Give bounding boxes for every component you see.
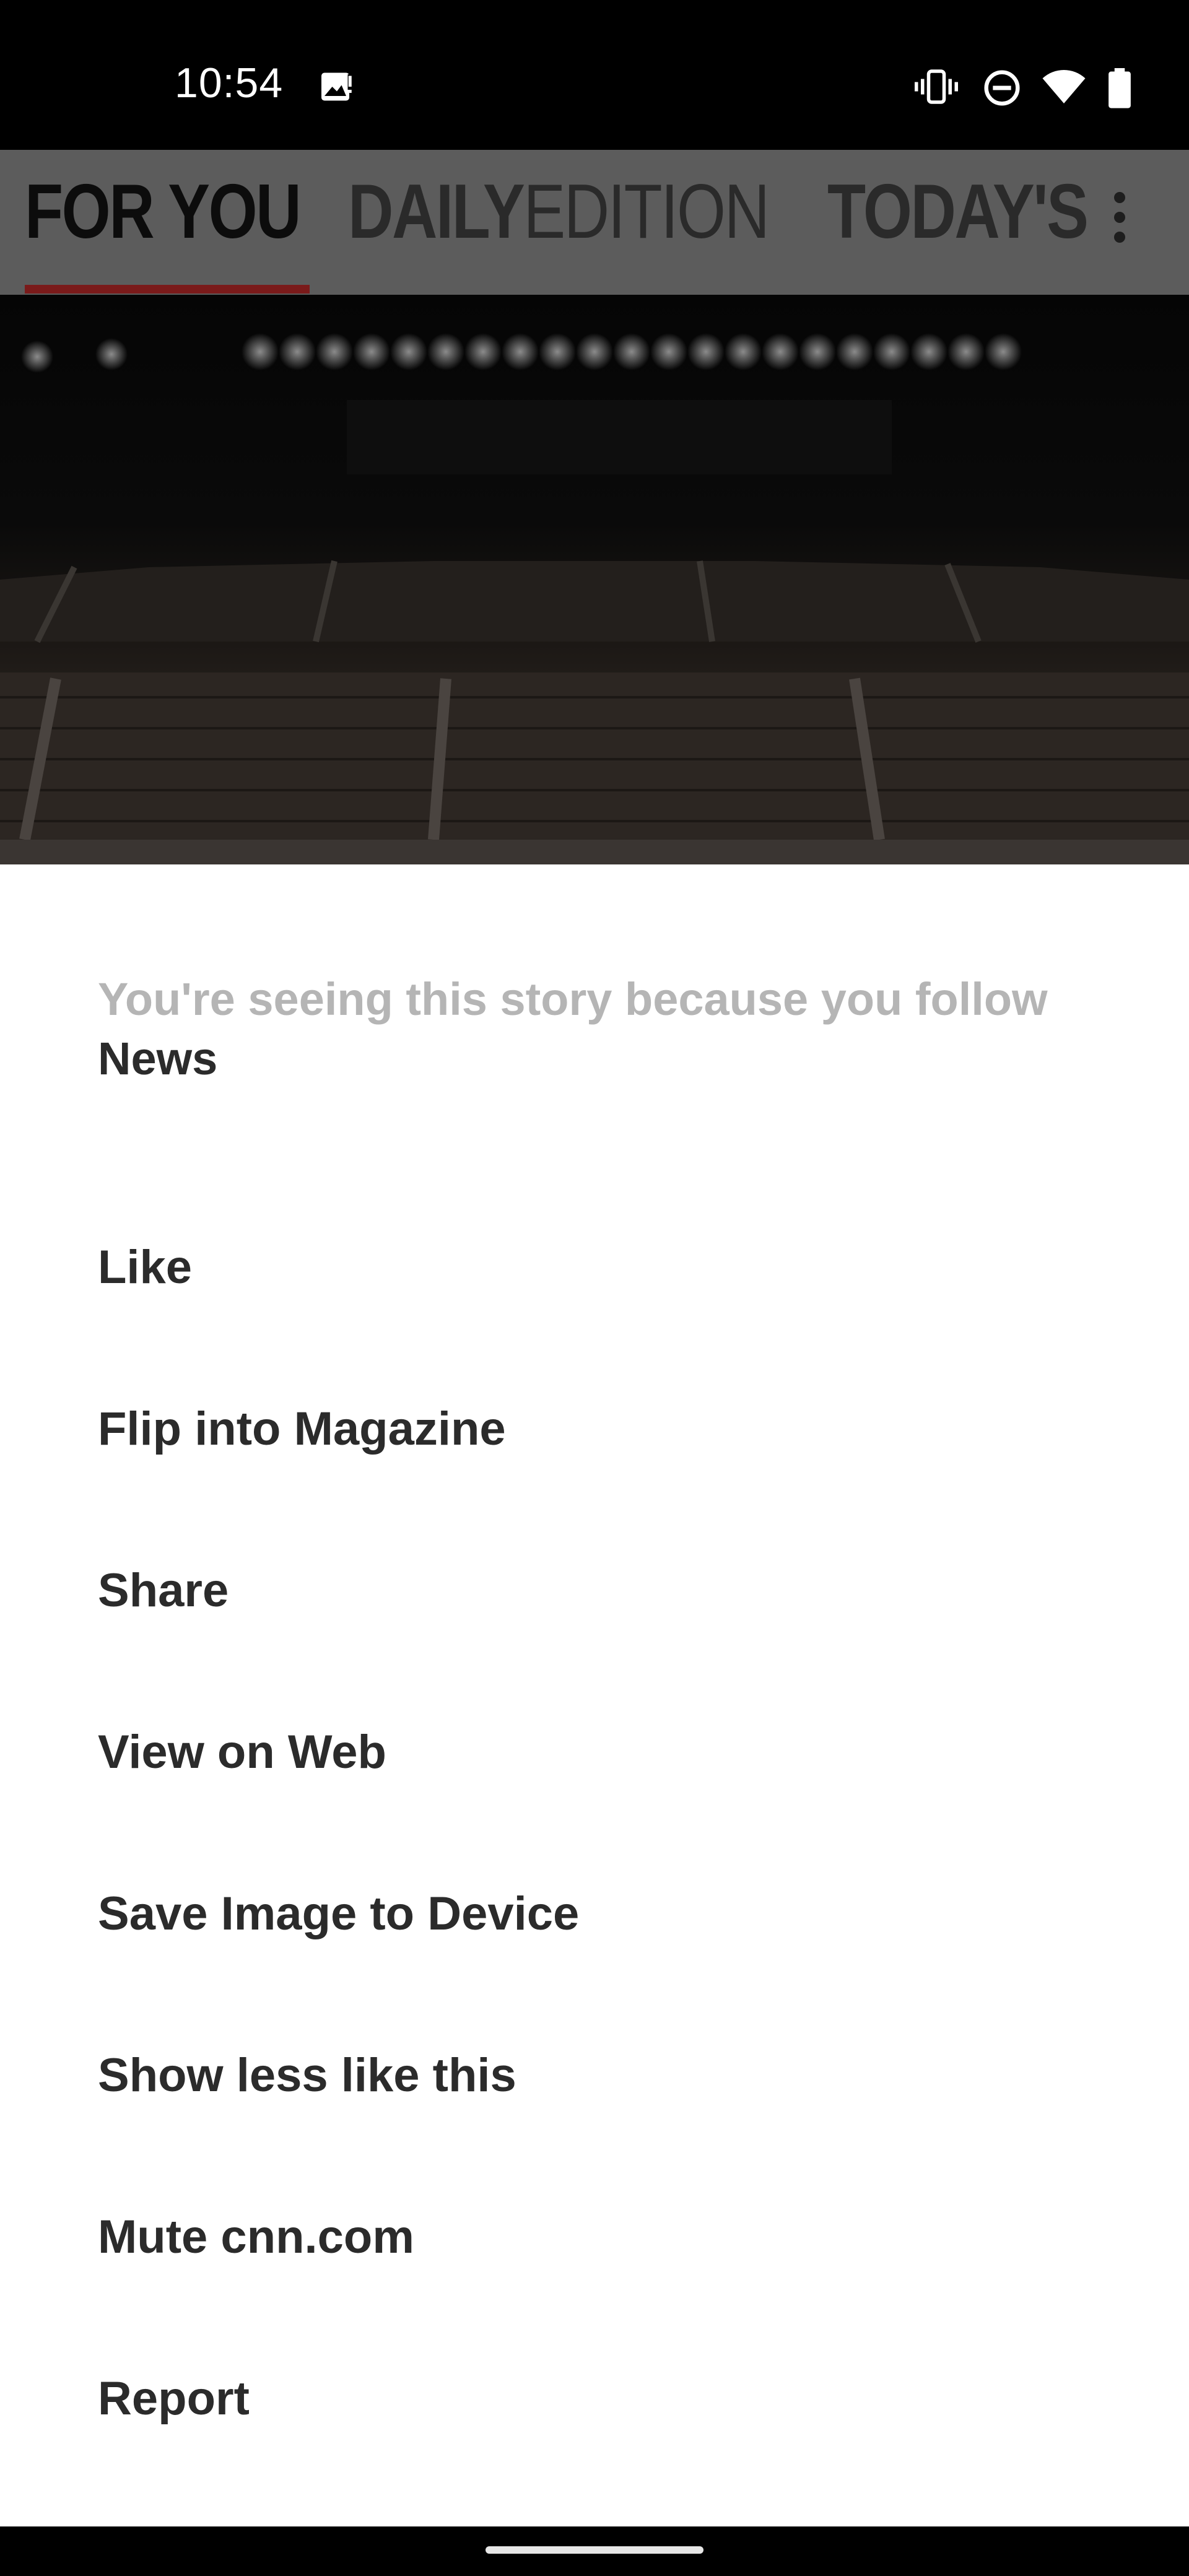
wifi-icon [1042,68,1086,108]
screen: 10:54 FOR YOU DAILYEDITION TODAY'S You'r… [0,0,1189,2576]
menu-item-show-less[interactable]: Show less like this [0,1995,1189,2156]
vibrate-icon [914,68,959,108]
menu-item-mute-source[interactable]: Mute cnn.com [0,2156,1189,2318]
tab-todays[interactable]: TODAY'S [827,173,1089,250]
menu-item-report[interactable]: Report [0,2318,1189,2479]
active-tab-indicator [25,285,310,294]
followed-topic-link[interactable]: News [98,1029,1120,1089]
tab-daily-edition[interactable]: DAILYEDITION [348,173,770,250]
arena-image [0,333,1189,864]
menu-item-like[interactable]: Like [0,1186,1189,1348]
story-hero-image [0,295,1189,864]
tab-daily-edition-bold: DAILY [348,169,525,255]
tab-for-you[interactable]: FOR YOU [25,173,302,250]
menu-item-save-image[interactable]: Save Image to Device [0,1833,1189,1995]
section-tabs: FOR YOU DAILYEDITION TODAY'S [0,150,1189,295]
menu-item-flip-into-magazine[interactable]: Flip into Magazine [0,1348,1189,1510]
story-options-sheet: You're seeing this story because you fol… [0,864,1189,2526]
do-not-disturb-icon [982,68,1022,111]
more-options-icon[interactable] [1112,192,1127,248]
menu-item-share[interactable]: Share [0,1510,1189,1671]
status-bar: 10:54 [0,0,1189,150]
status-time: 10:54 [175,59,284,107]
image-alert-icon [318,68,355,108]
navigation-bar [0,2526,1189,2576]
tab-daily-edition-light: EDITION [523,169,770,255]
options-menu: Like Flip into Magazine Share View on We… [0,1186,1189,2479]
story-reason: You're seeing this story because you fol… [98,970,1120,1089]
menu-item-view-on-web[interactable]: View on Web [0,1671,1189,1833]
story-reason-text: You're seeing this story because you fol… [98,973,1048,1025]
battery-icon [1107,68,1132,112]
gesture-handle[interactable] [486,2546,703,2554]
